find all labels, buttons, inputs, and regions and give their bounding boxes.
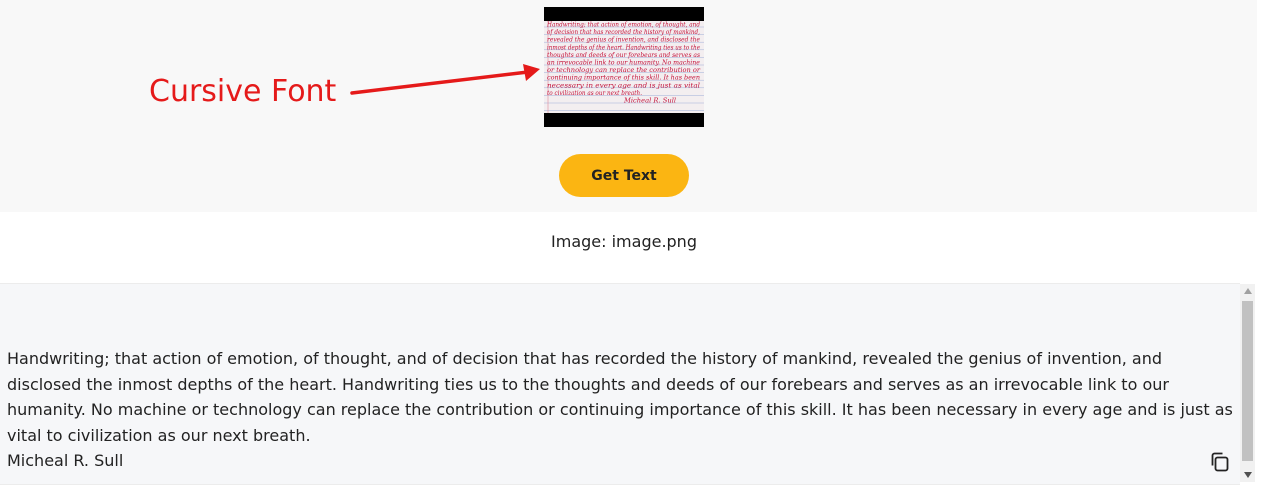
- handwriting-line: Micheal R. Sull: [623, 98, 676, 105]
- extracted-paragraph: Handwriting; that action of emotion, of …: [7, 349, 1233, 445]
- arrow-right-icon: [350, 64, 540, 95]
- handwriting-line: or technology can replace the contributi…: [547, 67, 701, 74]
- triangle-up-icon: [1243, 288, 1252, 294]
- handwriting-line: necessary in every age and is just as vi…: [547, 82, 700, 89]
- page-edge: [1257, 0, 1270, 504]
- handwriting-line: of decision that has recorded the histor…: [547, 29, 700, 36]
- image-filename-caption: Image: image.png: [551, 232, 697, 251]
- handwriting-line: revealed the genius of invention, and di…: [547, 37, 700, 44]
- scroll-down-button[interactable]: [1240, 468, 1255, 482]
- triangle-down-icon: [1243, 472, 1252, 478]
- extracted-text-panel[interactable]: Handwriting; that action of emotion, of …: [0, 283, 1240, 485]
- handwriting-line: inmost depths of the heart. Handwriting …: [547, 44, 700, 51]
- extracted-author: Micheal R. Sull: [7, 451, 124, 470]
- handwriting-line: continuing importance of this skill. It …: [547, 75, 700, 82]
- handwriting-line: to civilization as our next breath.: [547, 90, 642, 97]
- copy-icon: [1211, 452, 1229, 472]
- uploaded-image-preview: Handwriting; that action of emotion, of …: [544, 7, 704, 127]
- scrollbar-thumb[interactable]: [1242, 301, 1253, 461]
- scroll-up-button[interactable]: [1240, 284, 1255, 298]
- copy-button[interactable]: [1208, 450, 1232, 474]
- handwriting-line: Handwriting; that action of emotion, of …: [546, 22, 700, 29]
- annotation-label: Cursive Font: [149, 74, 337, 109]
- result-scrollbar[interactable]: [1240, 284, 1255, 482]
- handwriting-line: an irrevocable link to our humanity. No …: [547, 60, 700, 67]
- extracted-text: Handwriting; that action of emotion, of …: [7, 346, 1233, 474]
- get-text-button[interactable]: Get Text: [559, 154, 689, 197]
- handwriting-line: thoughts and deeds of our forebears and …: [547, 52, 700, 59]
- handwriting-image: Handwriting; that action of emotion, of …: [544, 7, 704, 127]
